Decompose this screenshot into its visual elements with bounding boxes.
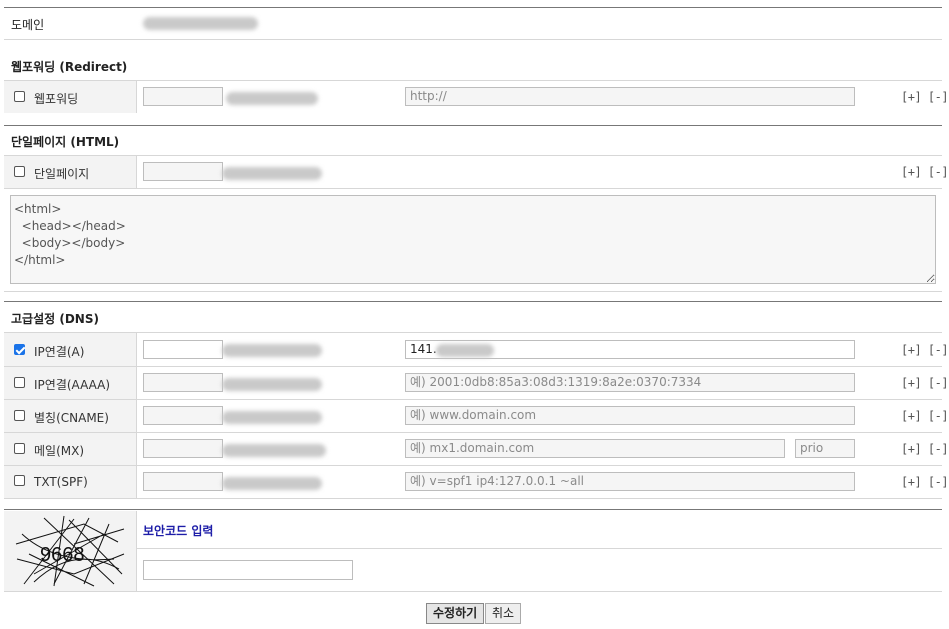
divider xyxy=(4,155,942,156)
divider xyxy=(4,291,942,292)
captcha-label: 보안코드 입력 xyxy=(143,524,214,538)
remove-row-button[interactable]: [-] xyxy=(928,165,949,179)
domain-value-redacted xyxy=(143,17,258,30)
captcha-input[interactable] xyxy=(143,560,353,580)
dns-a-host-suffix-redacted xyxy=(222,344,322,357)
section-border xyxy=(4,301,942,302)
html-row-actions: [+] [-] xyxy=(901,165,949,179)
cancel-button[interactable]: 취소 xyxy=(485,603,522,624)
dns-txt-host-suffix-redacted xyxy=(222,477,322,490)
top-border xyxy=(4,7,942,8)
html-code-textarea[interactable]: <html> <head></head> <body></body> </htm… xyxy=(10,195,936,284)
divider xyxy=(4,39,942,40)
dns-a-value-redacted xyxy=(436,344,494,357)
dns-cname-host-suffix-redacted xyxy=(222,411,322,424)
dns-mx-checkbox[interactable] xyxy=(14,443,25,454)
domain-label: 도메인 xyxy=(11,18,45,32)
captcha-code: 9668 xyxy=(40,544,85,566)
remove-row-button[interactable]: [-] xyxy=(928,343,949,357)
dns-txt-value-input[interactable]: 예) v=spf1 ip4:127.0.0.1 ~all xyxy=(405,472,855,491)
redirect-url-input[interactable]: http:// xyxy=(405,87,855,106)
divider xyxy=(136,156,137,188)
add-row-button[interactable]: [+] xyxy=(901,442,922,456)
add-row-button[interactable]: [+] xyxy=(901,90,922,104)
divider xyxy=(136,511,137,591)
redirect-section-title: 웹포워딩 (Redirect) xyxy=(11,60,128,74)
divider xyxy=(136,466,137,498)
divider xyxy=(137,548,942,549)
redirect-host-suffix-redacted xyxy=(226,92,318,105)
remove-row-button[interactable]: [-] xyxy=(928,475,949,489)
dns-aaaa-host-input[interactable] xyxy=(143,373,223,392)
divider xyxy=(4,366,942,367)
dns-txt-checkbox[interactable] xyxy=(14,475,25,486)
divider xyxy=(4,465,942,466)
dns-mx-host-input[interactable] xyxy=(143,439,223,458)
dns-aaaa-label: IP연결(AAAA) xyxy=(34,378,111,392)
html-label: 단일페이지 xyxy=(34,167,90,181)
captcha-image: 9668 xyxy=(14,514,126,588)
dns-mx-row-actions: [+] [-] xyxy=(901,442,949,456)
remove-row-button[interactable]: [-] xyxy=(928,90,949,104)
section-border xyxy=(4,509,942,510)
dns-txt-row-actions: [+] [-] xyxy=(901,475,949,489)
dns-mx-prio-input[interactable]: prio xyxy=(795,439,855,458)
dns-cname-host-input[interactable] xyxy=(143,406,223,425)
submit-button[interactable]: 수정하기 xyxy=(426,603,485,624)
html-host-input[interactable] xyxy=(143,162,223,181)
add-row-button[interactable]: [+] xyxy=(901,409,922,423)
dns-aaaa-row-actions: [+] [-] xyxy=(901,376,949,390)
redirect-label: 웹포워딩 xyxy=(34,92,79,106)
add-row-button[interactable]: [+] xyxy=(901,343,922,357)
divider xyxy=(4,591,942,592)
remove-row-button[interactable]: [-] xyxy=(928,409,949,423)
dns-aaaa-host-suffix-redacted xyxy=(222,378,322,391)
dns-a-row-actions: [+] [-] xyxy=(901,343,949,357)
section-border xyxy=(4,125,942,126)
dns-aaaa-checkbox[interactable] xyxy=(14,377,25,388)
divider xyxy=(136,81,137,113)
dns-aaaa-value-input[interactable]: 예) 2001:0db8:85a3:08d3:1319:8a2e:0370:73… xyxy=(405,373,855,392)
dns-mx-host-suffix-redacted xyxy=(222,444,326,457)
dns-a-label: IP연결(A) xyxy=(34,345,85,359)
add-row-button[interactable]: [+] xyxy=(901,165,922,179)
divider xyxy=(136,433,137,465)
dns-txt-label: TXT(SPF) xyxy=(34,475,88,489)
dns-a-checkbox[interactable] xyxy=(14,344,25,355)
html-checkbox[interactable] xyxy=(14,166,25,177)
html-section-title: 단일페이지 (HTML) xyxy=(11,135,120,149)
dns-mx-value-input[interactable]: 예) mx1.domain.com xyxy=(405,439,785,458)
divider xyxy=(4,80,942,81)
dns-cname-label: 별칭(CNAME) xyxy=(34,411,109,425)
dns-section-title: 고급설정 (DNS) xyxy=(11,312,99,326)
dns-cname-checkbox[interactable] xyxy=(14,410,25,421)
divider xyxy=(4,498,942,499)
redirect-row-actions: [+] [-] xyxy=(901,90,949,104)
remove-row-button[interactable]: [-] xyxy=(928,376,949,390)
dns-mx-label: 메일(MX) xyxy=(34,444,85,458)
dns-txt-host-input[interactable] xyxy=(143,472,223,491)
dns-cname-row-actions: [+] [-] xyxy=(901,409,949,423)
divider xyxy=(4,432,942,433)
redirect-checkbox[interactable] xyxy=(14,91,25,102)
divider xyxy=(136,367,137,399)
divider xyxy=(136,400,137,432)
dns-cname-value-input[interactable]: 예) www.domain.com xyxy=(405,406,855,425)
remove-row-button[interactable]: [-] xyxy=(928,442,949,456)
divider xyxy=(4,399,942,400)
html-host-suffix-redacted xyxy=(222,167,322,180)
add-row-button[interactable]: [+] xyxy=(901,475,922,489)
divider xyxy=(4,332,942,333)
divider xyxy=(4,188,942,189)
dns-a-host-input[interactable] xyxy=(143,340,223,359)
add-row-button[interactable]: [+] xyxy=(901,376,922,390)
divider xyxy=(136,333,137,366)
redirect-host-input[interactable] xyxy=(143,87,223,106)
